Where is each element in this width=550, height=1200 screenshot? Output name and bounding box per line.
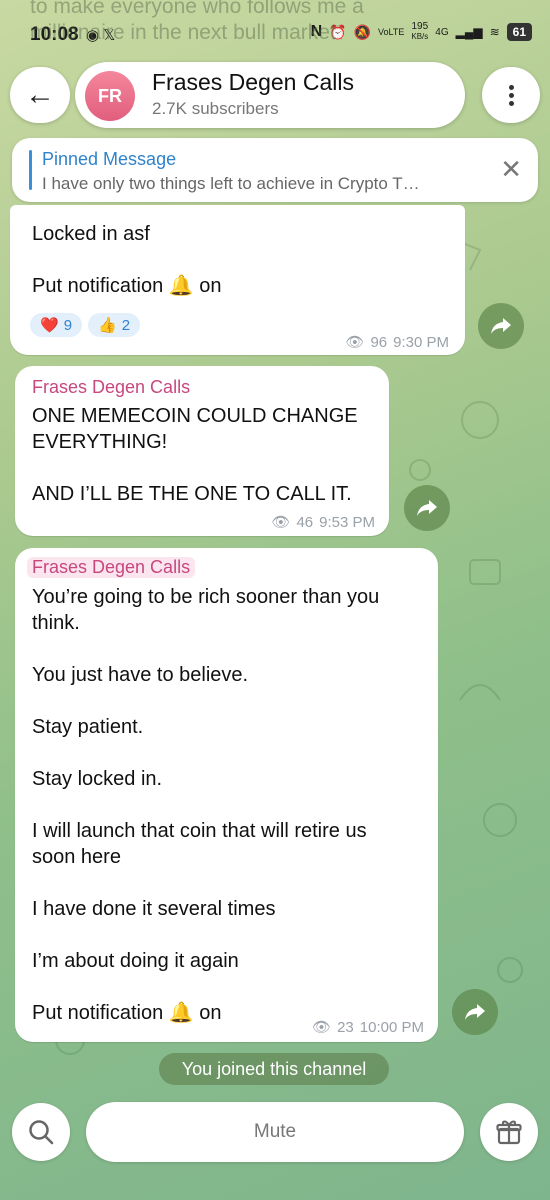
message-time: 9:53 PM <box>319 513 375 531</box>
message-meta: 👁 23 10:00 PM <box>312 1018 424 1037</box>
signal-icon: ▂▄▆ <box>455 25 483 39</box>
avatar: FR <box>85 71 135 121</box>
message-time: 9:30 PM <box>393 333 449 351</box>
reaction-thumbs-up[interactable]: 👍 2 <box>88 313 141 337</box>
pinned-indicator <box>29 150 32 190</box>
heart-icon: ❤️ <box>40 317 59 334</box>
sender-name: Frases Degen Calls <box>27 557 196 578</box>
service-message: You joined this channel <box>159 1053 389 1085</box>
more-options-button[interactable] <box>482 67 540 123</box>
share-arrow-icon <box>417 500 437 516</box>
message-text: Locked in asf Put notification 🔔 on <box>32 223 222 297</box>
network-speed-unit: KB/s <box>411 32 429 41</box>
message-bubble[interactable]: Frases Degen Calls ONE MEMECOIN COULD CH… <box>15 366 389 536</box>
message-bubble[interactable]: Locked in asf Put notification 🔔 on ❤️ 9… <box>10 205 465 355</box>
more-vertical-icon <box>508 82 514 109</box>
gift-button[interactable] <box>480 1103 538 1161</box>
eye-icon: 👁 <box>271 514 291 531</box>
close-icon[interactable]: ✕ <box>500 154 522 185</box>
gift-icon <box>496 1120 522 1145</box>
thumbs-up-icon: 👍 <box>98 317 117 334</box>
view-count: 96 <box>370 333 388 351</box>
back-button[interactable]: ← <box>10 67 70 123</box>
view-count: 23 <box>337 1018 354 1036</box>
pinned-message-bar[interactable]: Pinned Message I have only two things le… <box>12 138 538 202</box>
share-button[interactable] <box>452 989 498 1035</box>
view-count: 46 <box>296 513 314 531</box>
signal-type: 4G <box>435 26 449 38</box>
message-bubble[interactable]: Frases Degen Calls You’re going to be ri… <box>15 548 438 1042</box>
network-speed: 195 <box>411 21 429 32</box>
share-button[interactable] <box>404 485 450 531</box>
mute-button[interactable]: Mute <box>86 1102 464 1162</box>
message-text: ONE MEMECOIN COULD CHANGE EVERYTHING! AN… <box>32 405 358 505</box>
message-time: 10:00 PM <box>359 1018 424 1036</box>
channel-header[interactable]: FR Frases Degen Calls 2.7K subscribers <box>75 62 465 128</box>
message-text: You’re going to be rich sooner than you … <box>32 586 380 1024</box>
sender-name: Frases Degen Calls <box>32 377 191 397</box>
battery-level: 61 <box>506 23 532 41</box>
subscriber-count: 2.7K subscribers <box>152 99 279 118</box>
share-arrow-icon <box>465 1004 485 1020</box>
message-meta: 👁 96 9:30 PM <box>345 333 449 352</box>
pinned-title: Pinned Message <box>42 149 177 169</box>
scrolled-message-fade: to make everyone who follows me a millio… <box>30 0 364 44</box>
arrow-left-icon: ← <box>25 78 55 111</box>
channel-name: Frases Degen Calls <box>152 69 354 95</box>
pinned-text: I have only two things left to achieve i… <box>42 174 420 193</box>
search-icon <box>29 1120 54 1145</box>
share-button[interactable] <box>478 303 524 349</box>
network-label: VoLTE <box>378 27 405 37</box>
wifi-icon: ≋ <box>489 25 500 39</box>
message-meta: 👁 46 9:53 PM <box>271 513 375 532</box>
eye-icon: 👁 <box>312 1019 332 1036</box>
search-button[interactable] <box>12 1103 70 1161</box>
reaction-heart[interactable]: ❤️ 9 <box>30 313 83 337</box>
eye-icon: 👁 <box>345 334 365 351</box>
share-arrow-icon <box>491 318 511 334</box>
